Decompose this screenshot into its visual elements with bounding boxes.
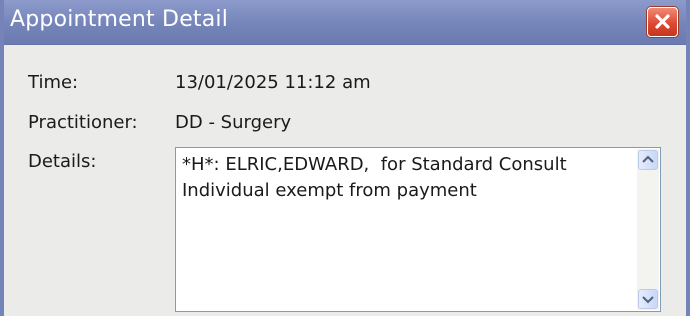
details-text: *H*: ELRIC,EDWARD, for Standard Consult … xyxy=(182,154,567,201)
dialog-body: Time: 13/01/2025 11:12 am Practitioner: … xyxy=(4,45,686,316)
appointment-detail-window: Appointment Detail Time: 13/01/2025 11:1… xyxy=(0,0,690,316)
practitioner-value: DD - Surgery xyxy=(175,112,292,133)
scroll-down-button[interactable] xyxy=(638,289,658,309)
chevron-up-icon xyxy=(642,155,654,163)
practitioner-label: Practitioner: xyxy=(28,112,138,133)
time-label: Time: xyxy=(28,72,79,93)
details-label: Details: xyxy=(28,151,97,172)
close-button[interactable] xyxy=(647,7,678,37)
scroll-up-button[interactable] xyxy=(638,150,658,170)
window-title: Appointment Detail xyxy=(10,7,229,32)
time-value: 13/01/2025 11:12 am xyxy=(175,72,371,93)
details-textarea[interactable]: *H*: ELRIC,EDWARD, for Standard Consult … xyxy=(175,147,661,312)
chevron-down-icon xyxy=(642,296,654,304)
close-icon xyxy=(655,14,670,29)
title-bar[interactable]: Appointment Detail xyxy=(4,0,686,45)
details-scrollbar[interactable] xyxy=(637,149,659,310)
